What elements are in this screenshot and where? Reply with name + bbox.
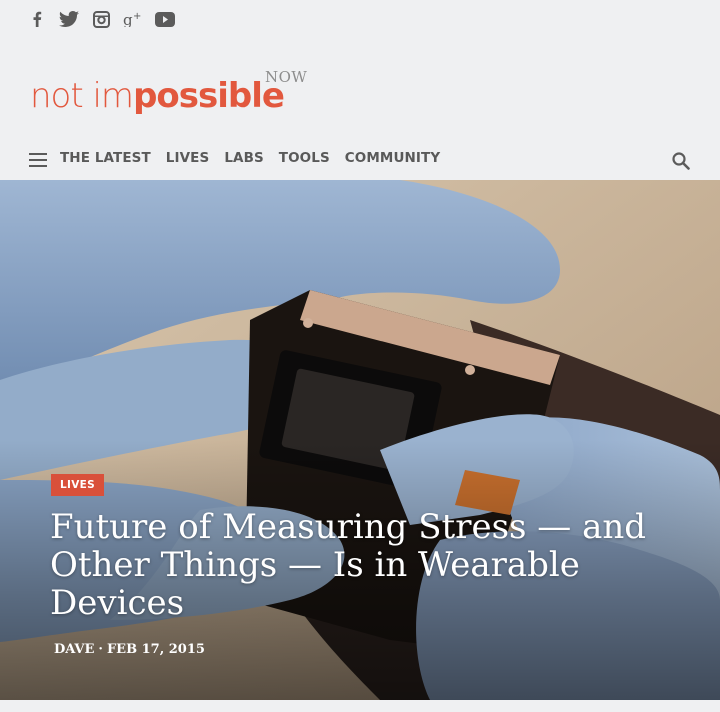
nav-item-community[interactable]: COMMUNITY [345, 150, 440, 166]
logo-wordmark: not impossible [30, 76, 285, 116]
twitter-icon[interactable] [58, 8, 80, 30]
hamburger-menu-icon[interactable] [29, 153, 47, 167]
logo-superscript: NOW [265, 68, 308, 86]
category-badge[interactable]: LIVES [51, 474, 104, 496]
page-bottom-strip [0, 700, 720, 712]
site-logo[interactable]: not impossible NOW [30, 66, 330, 126]
nav-item-labs[interactable]: LABS [224, 150, 263, 166]
logo-text-bold: possible [133, 76, 285, 116]
svg-text:g: g [123, 11, 133, 27]
article-date: FEB 17, 2015 [106, 642, 205, 657]
youtube-icon[interactable] [154, 8, 176, 30]
nav-item-lives[interactable]: LIVES [166, 150, 210, 166]
nav-item-the-latest[interactable]: THE LATEST [60, 150, 151, 166]
article-title[interactable]: Future of Measuring Stress — and Other T… [50, 508, 690, 622]
search-icon[interactable] [672, 152, 690, 170]
article-author[interactable]: DAVE [54, 642, 94, 657]
svg-text:+: + [133, 11, 141, 22]
facebook-icon[interactable] [26, 8, 48, 30]
nav-items: THE LATEST LIVES LABS TOOLS COMMUNITY [60, 150, 440, 166]
meta-separator: · [98, 642, 103, 657]
instagram-icon[interactable] [90, 8, 112, 30]
logo-text-light: not im [30, 76, 134, 116]
hero-article[interactable]: LIVES Future of Measuring Stress — and O… [0, 180, 720, 700]
google-plus-icon[interactable]: g + [122, 8, 144, 30]
nav-item-tools[interactable]: TOOLS [279, 150, 330, 166]
social-bar: g + [26, 8, 176, 30]
main-nav: THE LATEST LIVES LABS TOOLS COMMUNITY [0, 146, 720, 176]
article-meta: DAVE · FEB 17, 2015 [54, 642, 205, 657]
